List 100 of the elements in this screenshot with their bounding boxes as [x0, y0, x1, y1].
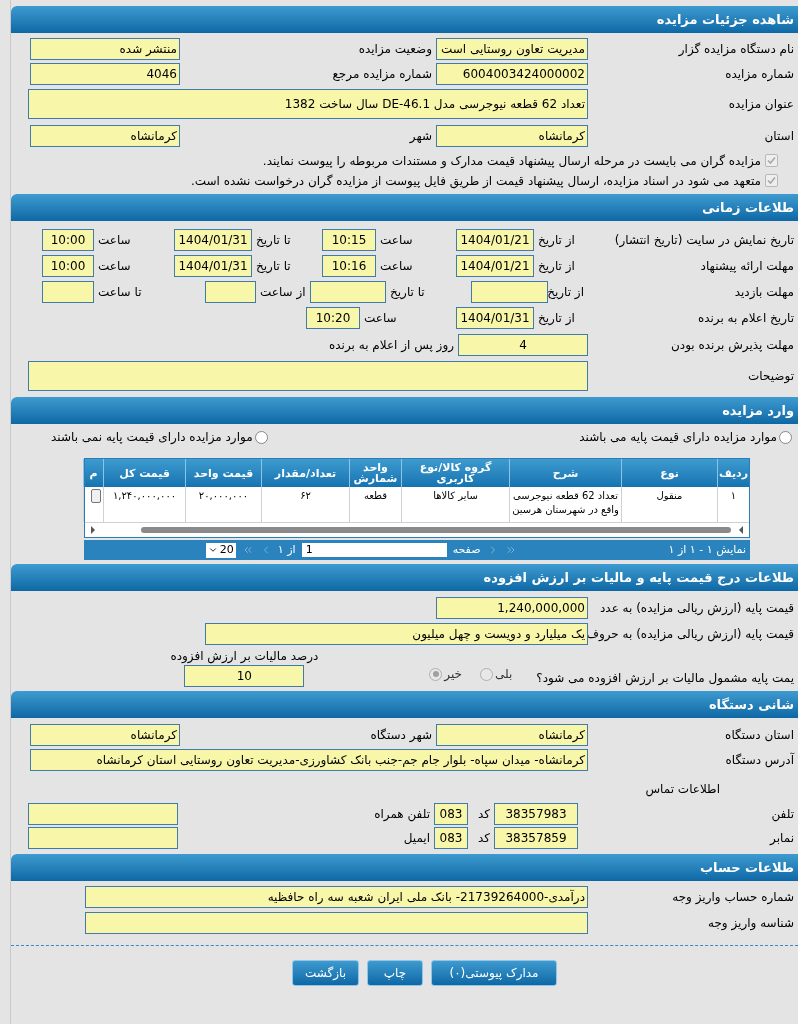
input-field[interactable]: منتشر شده	[30, 38, 180, 60]
section-header: شانی دستگاه	[11, 691, 798, 718]
input-field[interactable]: 4046	[30, 63, 180, 85]
field-label: از تاریخ	[548, 284, 585, 301]
contact-heading: اطلاعات تماس	[645, 781, 720, 798]
table-cell: ١	[730, 490, 737, 501]
input-field[interactable]: کرمانشاه	[30, 724, 180, 746]
table-cell: ۱,۲۴۰,۰۰۰,۰۰۰	[112, 490, 177, 501]
input-field[interactable]	[85, 912, 588, 934]
table-cell: منقول	[656, 490, 683, 501]
input-field[interactable]: 10:20	[306, 307, 360, 329]
input-field[interactable]: 10:00	[42, 255, 94, 277]
input-field[interactable]	[28, 827, 178, 849]
input-field[interactable]: 6004003424000002	[436, 63, 588, 85]
field-label: کد	[477, 806, 491, 823]
radio-button[interactable]	[779, 430, 792, 444]
input-field[interactable]	[310, 281, 386, 303]
column-header: واحد شمارش	[349, 459, 401, 487]
radio-option[interactable]: موارد مزایده دارای قیمت پایه نمی باشند	[51, 428, 268, 446]
input-field[interactable]: کرمانشاه	[436, 125, 588, 147]
field-label: درصد مالیات بر ارزش افزوده	[169, 648, 320, 665]
table-cell: تعداد 62 قطعه نیوجرسی واقع در شهرستان هرسین	[512, 490, 619, 515]
column-header: ردیف	[717, 459, 749, 487]
input-field[interactable]: کرمانشاه- میدان سپاه- بلوار جام جم-جنب بانک کشاورزی-مدیریت تعاون روستایی استان کرمانشاه	[30, 749, 588, 771]
text-area[interactable]	[28, 361, 588, 391]
input-field[interactable]: 38357983	[494, 803, 578, 825]
text-area[interactable]: تعداد 62 قطعه نیوجرسی مدل DE-46.1 سال ساخت 1382	[28, 89, 588, 119]
input-field[interactable]: یک میلیارد و دویست و چهل میلیون	[205, 623, 588, 645]
action-button[interactable]: مدارک پیوستی(٠)	[431, 960, 557, 986]
field-label: تا تاریخ	[255, 232, 292, 249]
radio-option[interactable]: موارد مزایده دارای قیمت پایه می باشند	[579, 428, 792, 446]
field-label: شناسه واریز وجه	[707, 915, 795, 932]
input-field[interactable]: کرمانشاه	[30, 125, 180, 147]
input-field[interactable]: 1404/01/21	[456, 229, 534, 251]
radio-button[interactable]	[254, 430, 268, 444]
input-field[interactable]	[28, 803, 178, 825]
table-cell: ۲۰,۰۰۰,۰۰۰	[198, 490, 249, 501]
page-size-select[interactable]: 20	[205, 542, 236, 558]
field-label: نام دستگاه مزایده گزار	[677, 41, 795, 58]
page-count: از ١	[277, 541, 296, 558]
field-label: ساعت	[97, 258, 132, 275]
field-label: آدرس دستگاه	[724, 751, 796, 769]
field-label: تاریخ نمایش در سایت (تاریخ انتشار)	[613, 232, 795, 249]
input-field[interactable]: 083	[434, 827, 468, 849]
input-field[interactable]: 1404/01/31	[174, 229, 252, 251]
field-label: تا تاریخ	[255, 258, 292, 275]
input-field[interactable]	[471, 281, 548, 303]
field-label: توضیحات	[746, 368, 795, 385]
field-label: یمت پایه مشمول مالیات بر ارزش افزوده می شود؟	[535, 670, 795, 687]
table-cell: ۶۲	[300, 490, 311, 501]
section-header: طلاعات زمانی	[11, 194, 798, 221]
column-header: گروه کالا/نوع کاربری	[401, 459, 509, 487]
input-field[interactable]: 10:16	[322, 255, 376, 277]
input-field[interactable]: کرمانشاه	[436, 724, 588, 746]
field-label: تلفن	[770, 806, 795, 823]
input-field[interactable]: 1404/01/31	[174, 255, 252, 277]
section-header: طلاعات درج قیمت پایه و مالیات بر ارزش افزوده	[11, 564, 798, 591]
section-header: طلاعات حساب	[11, 854, 798, 881]
input-field[interactable]: 10:00	[42, 229, 94, 251]
field-label: شهر	[408, 128, 433, 145]
input-field[interactable]: 1,240,000,000	[436, 597, 588, 619]
field-label: تا ساعت	[97, 284, 143, 301]
section-header: شاهده جزئیات مزایده	[11, 6, 798, 33]
field-label: تلفن همراه	[373, 806, 431, 823]
field-label: استان دستگاه	[724, 727, 795, 744]
field-label: استان	[763, 128, 795, 145]
column-header: م	[83, 459, 103, 487]
last-page-icon[interactable]	[504, 544, 517, 556]
field-label: شهر دستگاه	[369, 727, 433, 744]
input-field[interactable]: درآمدی-21739264000- بانک ملی ایران شعبه سه راه حافظیه	[85, 886, 588, 908]
page-input[interactable]: 1	[301, 543, 447, 557]
field-label: تاریخ اعلام به برنده	[696, 310, 795, 327]
input-field[interactable]: 4	[458, 334, 588, 356]
action-button[interactable]: بازگشت	[292, 960, 359, 986]
field-label: شماره مزایده	[724, 66, 795, 83]
input-field[interactable]	[42, 281, 94, 303]
field-label: وضعیت مزایده	[357, 41, 433, 58]
field-label: ساعت	[97, 232, 132, 249]
field-label: شماره مزایده مرجع	[331, 66, 433, 83]
field-label: از تاریخ	[537, 232, 576, 249]
input-field[interactable]	[205, 281, 256, 303]
input-field[interactable]: مدیریت تعاون روستایی است	[436, 38, 588, 60]
input-field[interactable]: 083	[434, 803, 468, 825]
input-field[interactable]: 1404/01/21	[456, 255, 534, 277]
table-cell: سایر کالاها	[433, 490, 478, 501]
field-label: ساعت	[363, 310, 398, 327]
field-label: ساعت	[379, 232, 414, 249]
input-field[interactable]: 10	[184, 665, 305, 687]
action-button[interactable]: چاپ	[367, 960, 423, 986]
column-header: قیمت واحد	[185, 459, 261, 487]
row-action-button[interactable]	[91, 489, 101, 503]
field-label: از تاریخ	[537, 310, 576, 327]
input-field[interactable]: 1404/01/31	[456, 307, 534, 329]
pager-summary: نمایش ١ - ١ از ١	[668, 541, 746, 558]
input-field[interactable]: 10:15	[322, 229, 376, 251]
field-label: از ساعت	[259, 284, 307, 301]
input-field[interactable]: 38357859	[494, 827, 578, 849]
field-label: مهلت پذیرش برنده بودن	[670, 337, 795, 354]
field-label: ایمیل	[402, 830, 431, 847]
field-label: شماره حساب واریز وجه	[671, 889, 795, 906]
